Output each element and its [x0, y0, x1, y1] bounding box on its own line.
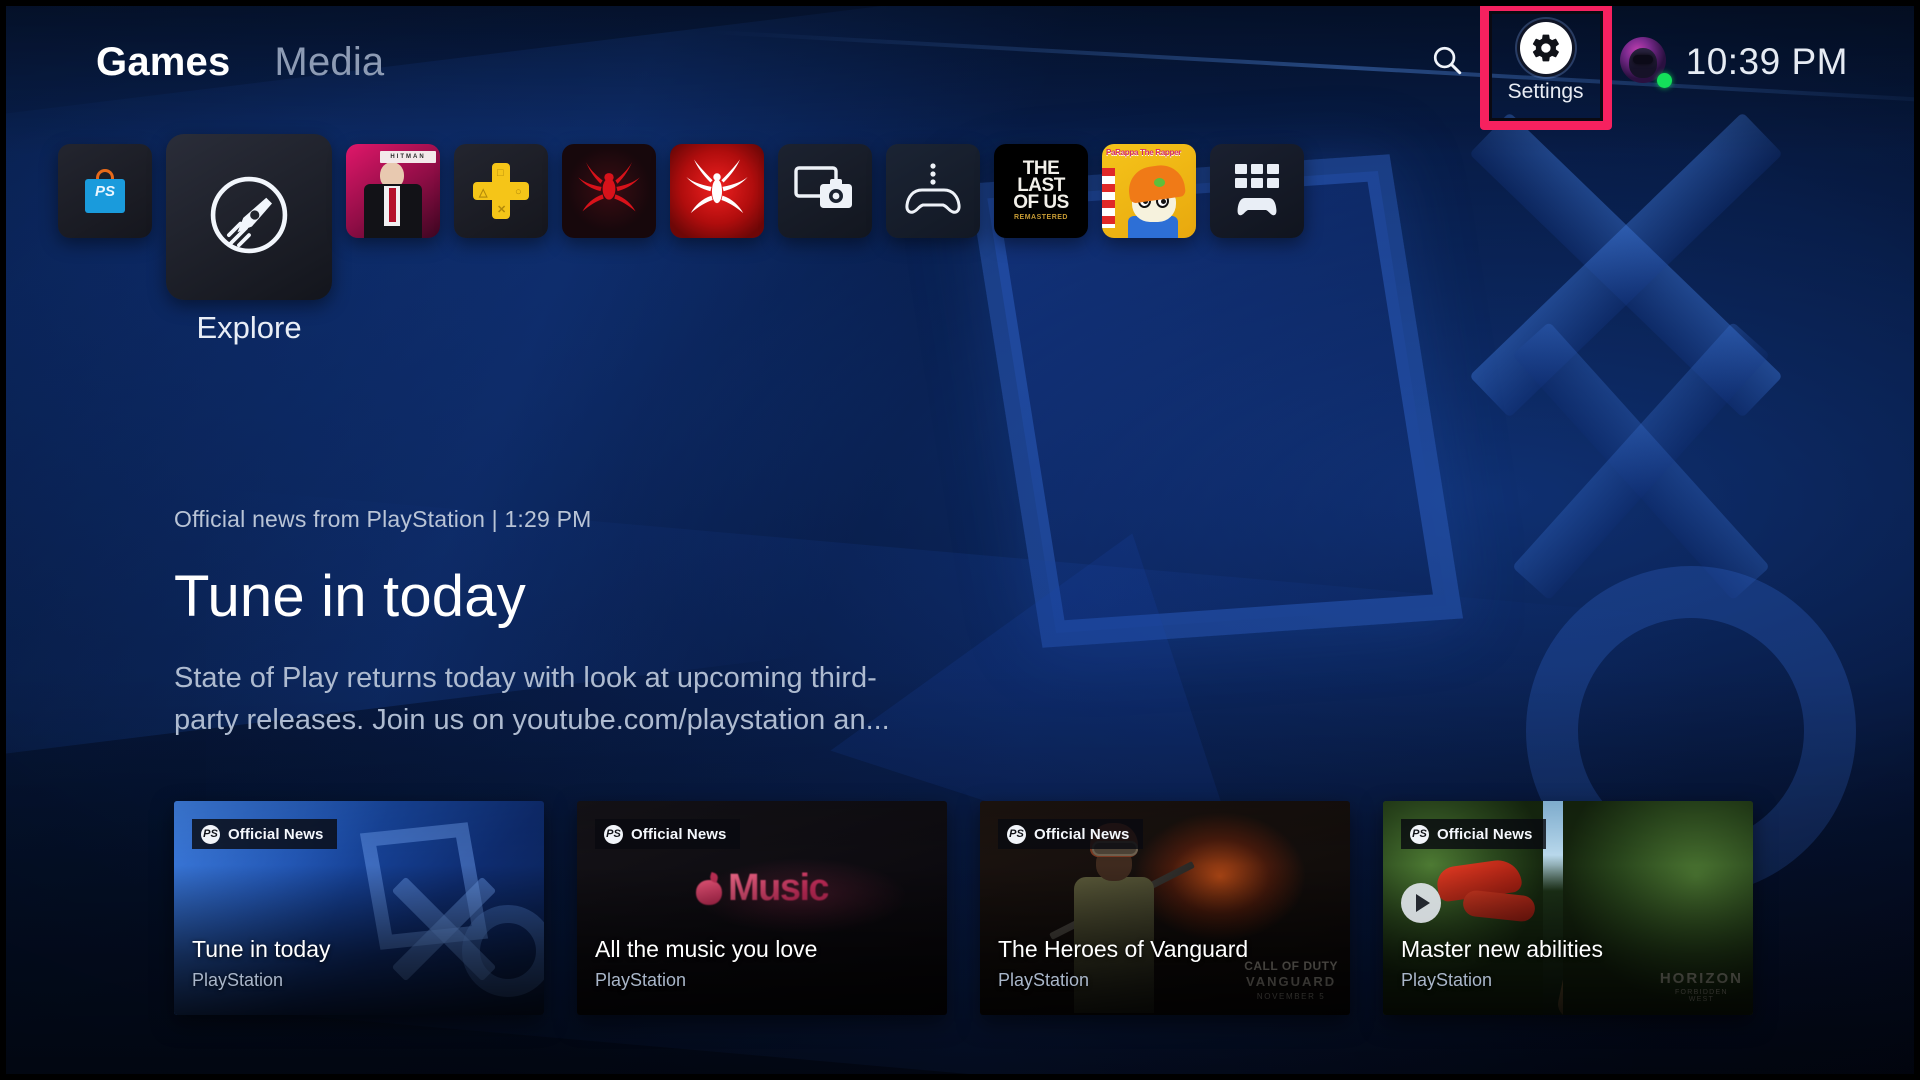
parappa-cover-art: PaRappa The Rapper — [1102, 144, 1196, 238]
tile-spider-man-miles-morales[interactable] — [562, 144, 656, 238]
news-card-tune-in-today[interactable]: PS Official News Tune in today PlayStati… — [174, 801, 544, 1015]
status-badge: PS Official News — [998, 819, 1143, 849]
tile-label-explore: Explore — [196, 310, 302, 345]
tile-slot-the-last-of-us-remastered: THE LAST OF US REMASTERED — [994, 134, 1088, 238]
card-subtitle: PlayStation — [595, 970, 687, 990]
playstation-logo-icon: PS — [1410, 824, 1429, 844]
hitman-cover-art — [362, 160, 424, 238]
top-bar-right-cluster: Settings 10:39 PM — [1420, 6, 1848, 130]
news-card-master-new-abilities[interactable]: HORIZON FORBIDDEN WEST PS Official News … — [1383, 801, 1753, 1015]
nav-tabs: Games Media — [96, 42, 384, 82]
playstation-logo-icon: PS — [201, 824, 220, 844]
spider-icon-red — [682, 158, 752, 225]
card-subtitle: PlayStation — [998, 970, 1090, 990]
search-button[interactable] — [1420, 35, 1474, 89]
tlou-cover-text: THE LAST OF US REMASTERED — [1013, 158, 1069, 221]
tile-the-last-of-us-remastered[interactable]: THE LAST OF US REMASTERED — [994, 144, 1088, 238]
featured-meta: Official news from PlayStation | 1:29 PM — [174, 506, 592, 532]
tab-games[interactable]: Games — [96, 42, 230, 82]
tile-parappa-the-rapper[interactable]: PaRappa The Rapper — [1102, 144, 1196, 238]
news-card-all-the-music-you-love[interactable]: Music PS Official News All the music you… — [577, 801, 947, 1015]
tile-spider-man[interactable] — [670, 144, 764, 238]
ps-plus-cross-icon: △ ○ □ ✕ — [473, 163, 529, 219]
tile-explore[interactable] — [166, 134, 332, 300]
tile-hitman-3[interactable]: HITMAN — [346, 144, 440, 238]
tile-slot-spider-man — [670, 134, 764, 238]
news-card-row: PS Official News Tune in today PlayStati… — [174, 801, 1753, 1015]
clock: 10:39 PM — [1685, 41, 1848, 82]
tile-slot-playstation-store: PS — [58, 134, 152, 238]
store-bag-icon: PS — [85, 169, 125, 213]
tile-playstation-plus[interactable]: △ ○ □ ✕ — [454, 144, 548, 238]
tile-slot-explore: Explore — [166, 134, 332, 345]
playstation-logo-icon: PS — [604, 824, 623, 844]
tile-slot-game-library — [1210, 134, 1304, 238]
settings-label: Settings — [1507, 80, 1584, 103]
gear-icon — [1519, 22, 1572, 74]
tile-game-library[interactable] — [1210, 144, 1304, 238]
tile-slot-hitman-3: HITMAN — [346, 134, 440, 238]
news-card-the-heroes-of-vanguard[interactable]: CALL OF DUTY VANGUARD NOVEMBER 5 PS Offi… — [980, 801, 1350, 1015]
grid-controller-icon — [1229, 164, 1285, 218]
featured-title: Tune in today — [174, 564, 526, 629]
app-tile-row: PS Explore HITMAN △ ○ □ ✕ THE LAST OF US… — [58, 134, 1304, 345]
rocket-icon — [203, 169, 295, 266]
card-subtitle: PlayStation — [1401, 970, 1493, 990]
featured-body: State of Play returns today with look at… — [174, 661, 890, 736]
search-icon — [1430, 43, 1464, 82]
card-title: All the music you love — [595, 936, 818, 962]
tile-slot-playstation-plus: △ ○ □ ✕ — [454, 134, 548, 238]
tile-media-gallery[interactable] — [778, 144, 872, 238]
card-title: Tune in today — [192, 936, 331, 962]
tile-slot-parappa-the-rapper: PaRappa The Rapper — [1102, 134, 1196, 238]
screen-camera-icon — [794, 164, 856, 219]
settings-button[interactable]: Settings — [1479, 6, 1612, 130]
spider-icon-dark — [575, 159, 643, 224]
tile-slot-media-gallery — [778, 134, 872, 238]
status-badge: PS Official News — [1401, 819, 1546, 849]
card-title: The Heroes of Vanguard — [998, 936, 1249, 962]
tab-media[interactable]: Media — [274, 42, 384, 82]
tile-slot-spider-man-miles-morales — [562, 134, 656, 238]
playstation-logo-icon: PS — [1007, 824, 1026, 844]
hitman-title-strip: HITMAN — [380, 151, 436, 163]
controller-icon — [903, 161, 963, 222]
top-navigation-bar: Games Media Settings 10:39 PM — [6, 6, 1914, 130]
tile-astros-playroom[interactable] — [886, 144, 980, 238]
card-title: Master new abilities — [1401, 936, 1603, 962]
card-subtitle: PlayStation — [192, 970, 284, 990]
ps5-home-screen: Games Media Settings 10:39 PM PS Explore… — [0, 0, 1920, 1080]
status-badge: PS Official News — [595, 819, 740, 849]
tile-slot-astros-playroom — [886, 134, 980, 238]
play-button[interactable] — [1401, 883, 1441, 923]
avatar[interactable] — [1619, 37, 1672, 88]
screen-viewport: Games Media Settings 10:39 PM PS Explore… — [6, 6, 1914, 1074]
tile-playstation-store[interactable]: PS — [58, 144, 152, 238]
featured-news-block: Official news from PlayStation | 1:29 PM… — [174, 506, 934, 741]
status-badge: PS Official News — [192, 819, 337, 849]
online-status-dot — [1656, 73, 1672, 88]
